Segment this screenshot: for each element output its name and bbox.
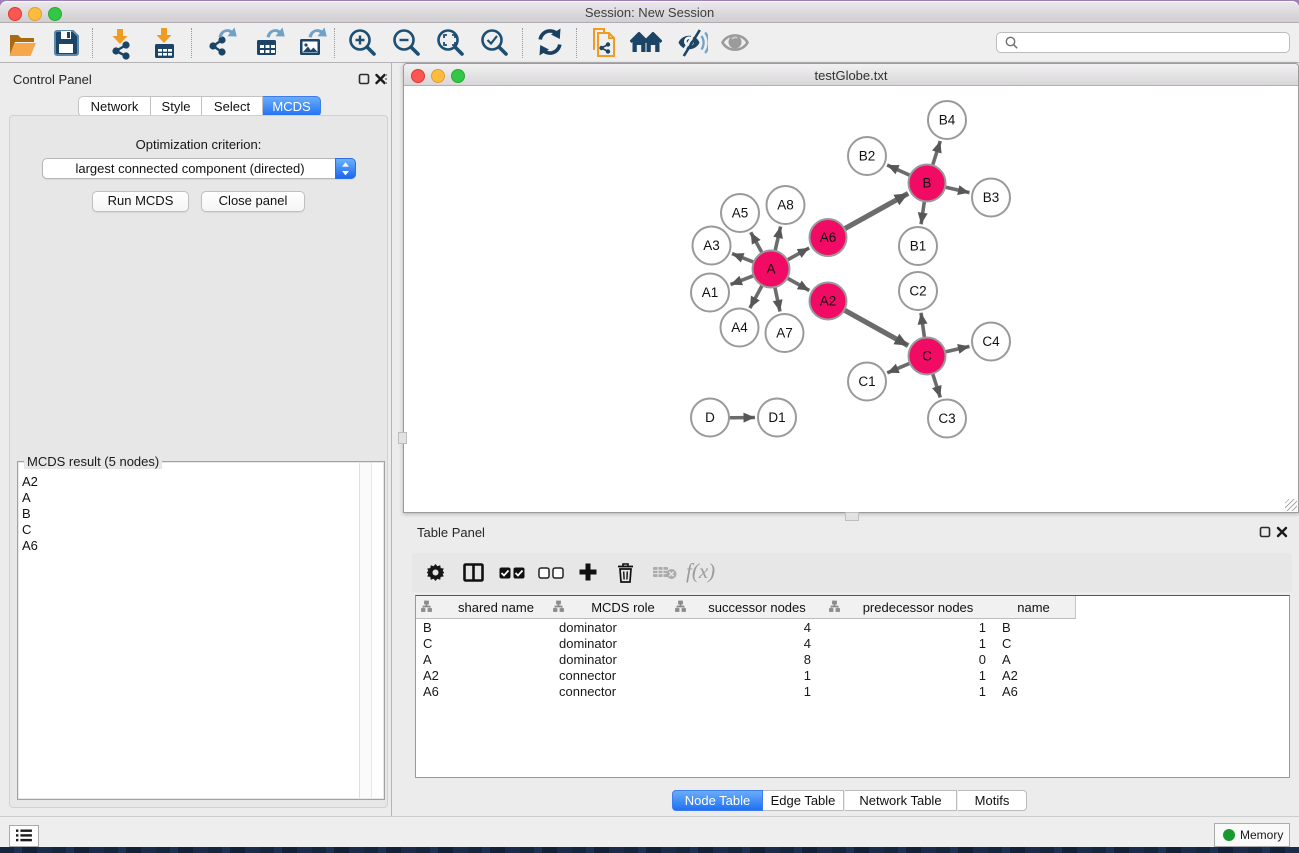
svg-text:B2: B2 [859,149,876,164]
svg-text:A1: A1 [702,285,719,300]
svg-text:B1: B1 [910,239,927,254]
svg-text:A5: A5 [732,206,749,221]
svg-text:A3: A3 [703,238,720,253]
svg-text:B4: B4 [939,113,956,128]
svg-text:A7: A7 [776,326,793,341]
svg-text:C2: C2 [909,284,926,299]
svg-text:D: D [705,410,715,425]
svg-text:A8: A8 [777,198,794,213]
svg-text:C: C [922,349,932,364]
svg-text:A2: A2 [820,294,837,309]
svg-text:B3: B3 [983,190,1000,205]
svg-text:B: B [922,176,931,191]
svg-text:A: A [766,262,775,277]
svg-text:C1: C1 [858,374,875,389]
svg-text:A4: A4 [731,320,748,335]
svg-text:D1: D1 [768,410,785,425]
svg-text:C3: C3 [938,411,955,426]
svg-text:A6: A6 [820,230,837,245]
svg-text:C4: C4 [982,334,1000,349]
